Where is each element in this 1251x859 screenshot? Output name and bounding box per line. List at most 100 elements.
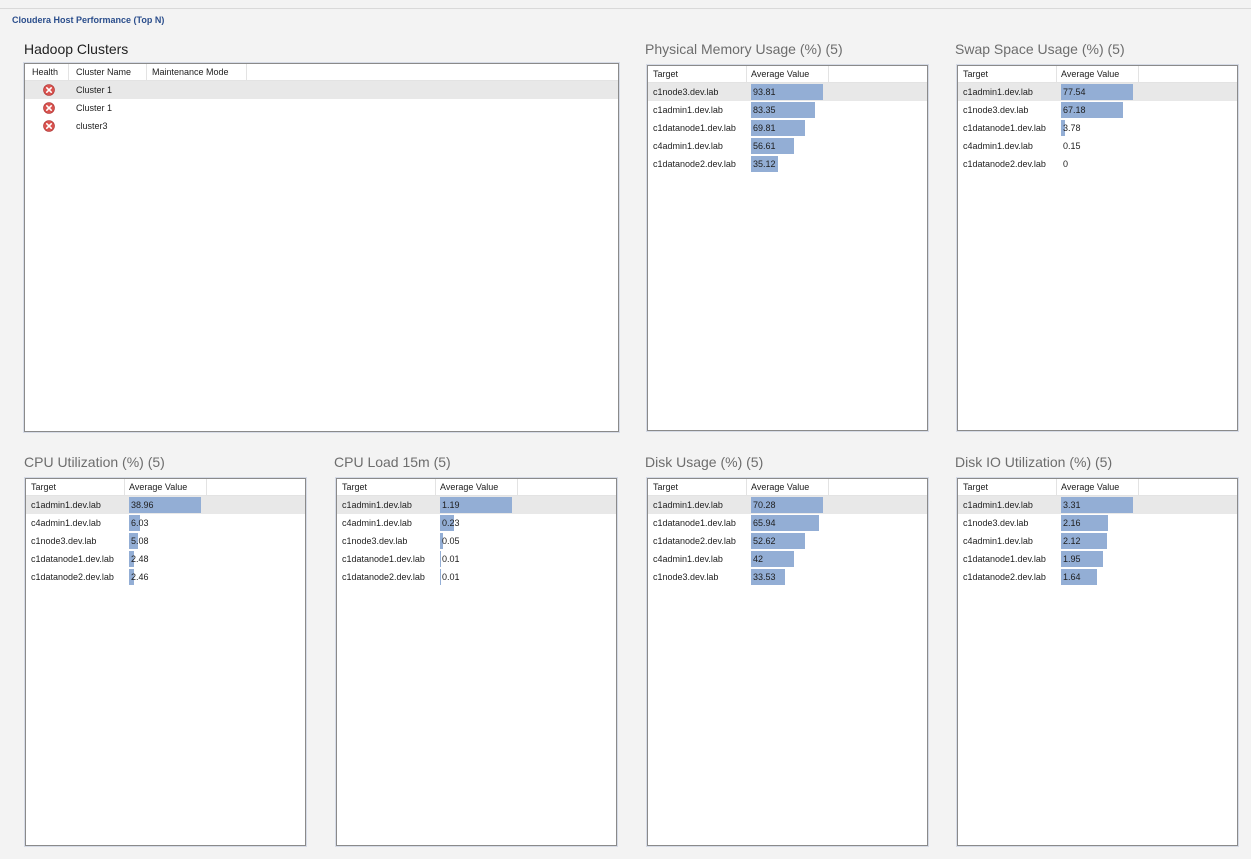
value-cell: 65.94 xyxy=(753,518,776,528)
target-cell: c1node3.dev.lab xyxy=(653,87,719,97)
value-cell: 33.53 xyxy=(753,572,776,582)
table-row[interactable]: c1datanode1.dev.lab 2.48 xyxy=(26,550,305,568)
value-cell: 1.19 xyxy=(442,500,460,510)
table-row[interactable]: c1admin1.dev.lab 83.35 xyxy=(648,101,927,119)
column-header-target[interactable]: Target xyxy=(653,482,678,492)
table-row[interactable]: c1datanode1.dev.lab 65.94 xyxy=(648,514,927,532)
value-cell: 2.48 xyxy=(131,554,149,564)
grid-header: Health Cluster Name Maintenance Mode xyxy=(25,64,618,81)
value-cell: 42 xyxy=(753,554,764,564)
table-row[interactable]: c4admin1.dev.lab 42 xyxy=(648,550,927,568)
cluster-name: cluster3 xyxy=(76,121,108,131)
column-header-average-value[interactable]: Average Value xyxy=(1061,69,1119,79)
column-separator xyxy=(1138,66,1139,82)
widget-title: Disk IO Utilization (%) (5) xyxy=(955,454,1113,470)
value-bar xyxy=(440,569,441,585)
value-cell: 35.12 xyxy=(753,159,776,169)
target-cell: c1datanode2.dev.lab xyxy=(653,536,736,546)
grid-header: Target Average Value xyxy=(958,479,1237,496)
value-cell: 3.78 xyxy=(1063,123,1081,133)
disk-io-grid[interactable]: Target Average Value c1admin1.dev.lab 3.31 c… xyxy=(957,478,1238,846)
column-header-target[interactable]: Target xyxy=(653,69,678,79)
physical-memory-grid[interactable]: Target Average Value c1node3.dev.lab 93.81 c… xyxy=(647,65,928,431)
value-cell: 38.96 xyxy=(131,500,154,510)
table-row[interactable]: c4admin1.dev.lab 56.61 xyxy=(648,137,927,155)
table-row[interactable]: c1datanode2.dev.lab 35.12 xyxy=(648,155,927,173)
column-separator xyxy=(1056,479,1057,495)
table-row[interactable]: c1admin1.dev.lab 70.28 xyxy=(648,496,927,514)
app-title: Cloudera Host Performance (Top N) xyxy=(12,15,165,25)
swap-space-grid[interactable]: Target Average Value c1admin1.dev.lab 77.54… xyxy=(957,65,1238,431)
table-row[interactable]: c4admin1.dev.lab 2.12 xyxy=(958,532,1237,550)
widget-title: CPU Load 15m (5) xyxy=(334,454,451,470)
table-row[interactable]: c1datanode2.dev.lab 52.62 xyxy=(648,532,927,550)
table-row[interactable]: c1admin1.dev.lab 3.31 xyxy=(958,496,1237,514)
target-cell: c1datanode2.dev.lab xyxy=(31,572,114,582)
column-separator xyxy=(1138,479,1139,495)
table-row[interactable]: c1node3.dev.lab 67.18 xyxy=(958,101,1237,119)
column-header-cluster-name[interactable]: Cluster Name xyxy=(76,67,131,77)
grid-header: Target Average Value xyxy=(648,479,927,496)
table-row[interactable]: c1datanode1.dev.lab 0.01 xyxy=(337,550,616,568)
table-row[interactable]: c1datanode1.dev.lab 69.81 xyxy=(648,119,927,137)
target-cell: c1node3.dev.lab xyxy=(31,536,97,546)
table-row[interactable]: c4admin1.dev.lab 0.15 xyxy=(958,137,1237,155)
column-header-target[interactable]: Target xyxy=(963,69,988,79)
target-cell: c1datanode1.dev.lab xyxy=(653,518,736,528)
table-row[interactable]: c1datanode2.dev.lab 0 xyxy=(958,155,1237,173)
value-cell: 1.95 xyxy=(1063,554,1081,564)
target-cell: c1datanode2.dev.lab xyxy=(963,572,1046,582)
table-row[interactable]: c1admin1.dev.lab 77.54 xyxy=(958,83,1237,101)
column-separator xyxy=(206,479,207,495)
column-header-health[interactable]: Health xyxy=(32,67,58,77)
table-row[interactable]: c4admin1.dev.lab 6.03 xyxy=(26,514,305,532)
column-header-average-value[interactable]: Average Value xyxy=(1061,482,1119,492)
table-row[interactable]: Cluster 1 xyxy=(25,99,618,117)
disk-usage-grid[interactable]: Target Average Value c1admin1.dev.lab 70.28… xyxy=(647,478,928,846)
table-row[interactable]: c4admin1.dev.lab 0.23 xyxy=(337,514,616,532)
cluster-name: Cluster 1 xyxy=(76,103,113,113)
table-row[interactable]: c1datanode2.dev.lab 2.46 xyxy=(26,568,305,586)
table-row[interactable]: c1node3.dev.lab 93.81 xyxy=(648,83,927,101)
value-cell: 70.28 xyxy=(753,500,776,510)
table-row[interactable]: c1node3.dev.lab 2.16 xyxy=(958,514,1237,532)
target-cell: c1datanode2.dev.lab xyxy=(342,572,425,582)
column-separator xyxy=(746,479,747,495)
error-icon xyxy=(43,84,55,96)
target-cell: c1admin1.dev.lab xyxy=(653,500,723,510)
clusters-grid[interactable]: Health Cluster Name Maintenance Mode Clu… xyxy=(24,63,619,432)
table-row[interactable]: c1datanode1.dev.lab 3.78 xyxy=(958,119,1237,137)
target-cell: c1node3.dev.lab xyxy=(342,536,408,546)
target-cell: c1datanode1.dev.lab xyxy=(31,554,114,564)
table-row[interactable]: Cluster 1 xyxy=(25,81,618,99)
column-header-average-value[interactable]: Average Value xyxy=(751,69,809,79)
table-row[interactable]: c1datanode2.dev.lab 0.01 xyxy=(337,568,616,586)
target-cell: c1datanode1.dev.lab xyxy=(653,123,736,133)
value-cell: 0.23 xyxy=(442,518,460,528)
column-separator xyxy=(517,479,518,495)
target-cell: c4admin1.dev.lab xyxy=(963,141,1033,151)
value-cell: 0.15 xyxy=(1063,141,1081,151)
column-header-average-value[interactable]: Average Value xyxy=(440,482,498,492)
column-header-average-value[interactable]: Average Value xyxy=(129,482,187,492)
table-row[interactable]: c1datanode1.dev.lab 1.95 xyxy=(958,550,1237,568)
column-separator xyxy=(746,66,747,82)
column-header-target[interactable]: Target xyxy=(31,482,56,492)
value-cell: 6.03 xyxy=(131,518,149,528)
cpu-utilization-grid[interactable]: Target Average Value c1admin1.dev.lab 38.96… xyxy=(25,478,306,846)
column-header-maintenance-mode[interactable]: Maintenance Mode xyxy=(152,67,229,77)
cpu-load-grid[interactable]: Target Average Value c1admin1.dev.lab 1.19 c… xyxy=(336,478,617,846)
table-row[interactable]: c1node3.dev.lab 5.08 xyxy=(26,532,305,550)
column-header-average-value[interactable]: Average Value xyxy=(751,482,809,492)
value-cell: 0.05 xyxy=(442,536,460,546)
column-header-target[interactable]: Target xyxy=(963,482,988,492)
table-row[interactable]: cluster3 xyxy=(25,117,618,135)
table-row[interactable]: c1admin1.dev.lab 1.19 xyxy=(337,496,616,514)
error-icon xyxy=(43,102,55,114)
column-header-target[interactable]: Target xyxy=(342,482,367,492)
table-row[interactable]: c1datanode2.dev.lab 1.64 xyxy=(958,568,1237,586)
table-row[interactable]: c1node3.dev.lab 33.53 xyxy=(648,568,927,586)
table-row[interactable]: c1node3.dev.lab 0.05 xyxy=(337,532,616,550)
column-separator xyxy=(1056,66,1057,82)
table-row[interactable]: c1admin1.dev.lab 38.96 xyxy=(26,496,305,514)
